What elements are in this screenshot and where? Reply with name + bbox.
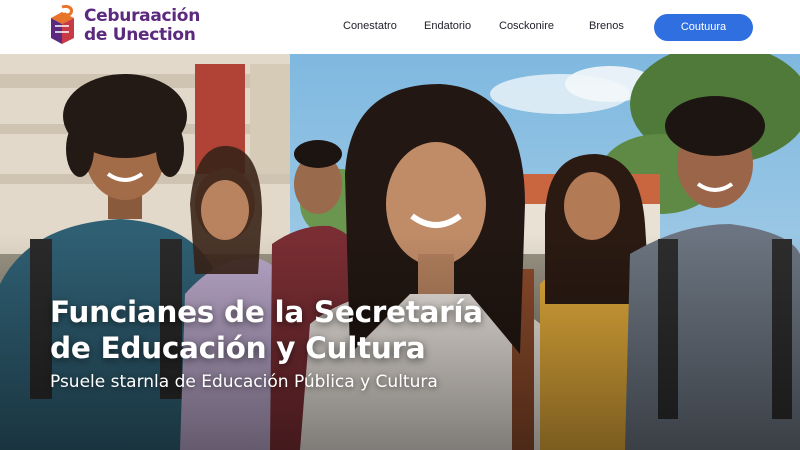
logo-icon[interactable] xyxy=(49,4,76,45)
hero-text: Funcianes de la Secretaría de Educación … xyxy=(50,294,483,392)
brand-line-1: Ceburaación xyxy=(84,6,200,26)
hero-title: Funcianes de la Secretaría de Educación … xyxy=(50,294,483,366)
nav-item-conestatro[interactable]: Conestatro xyxy=(343,20,397,32)
hero-section: Funcianes de la Secretaría de Educación … xyxy=(0,54,800,450)
cta-button[interactable]: Coutuura xyxy=(654,14,753,41)
nav-item-brenos[interactable]: Brenos xyxy=(589,20,624,32)
nav-item-endatorio[interactable]: Endatorio xyxy=(424,20,471,32)
site-header: Ceburaación de Unection Conestatro Endat… xyxy=(0,0,800,55)
brand-line-2: de Unection xyxy=(84,25,196,45)
brand-name[interactable]: Ceburaación de Unection xyxy=(84,7,200,45)
nav-item-cosckonire[interactable]: Cosckonire xyxy=(499,20,554,32)
hero-title-line-2: de Educación y Cultura xyxy=(50,331,426,365)
hero-subtitle: Psuele starnla de Educación Pública y Cu… xyxy=(50,372,438,392)
hero-title-line-1: Funcianes de la Secretaría xyxy=(50,295,483,329)
